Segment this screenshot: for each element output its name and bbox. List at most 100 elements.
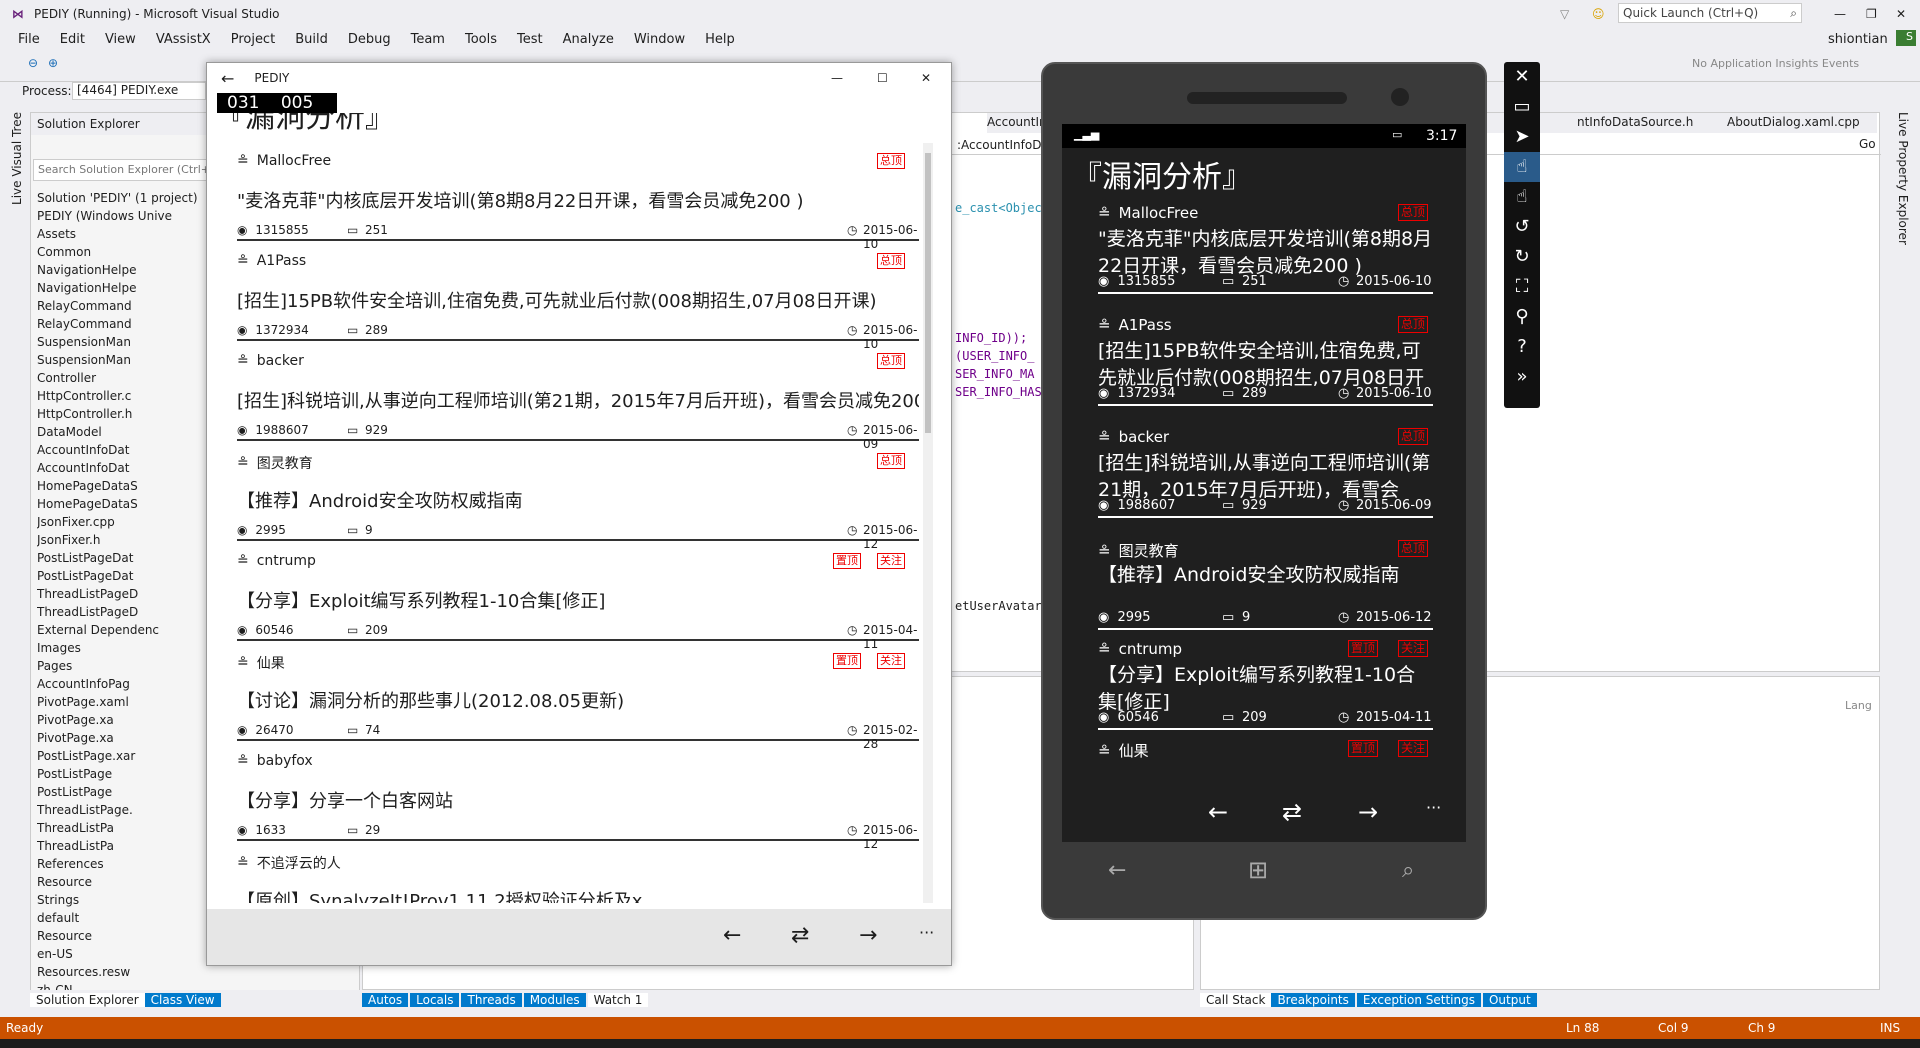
tree-item[interactable]: NavigationHelpe	[37, 261, 207, 279]
menu-tools[interactable]: Tools	[455, 32, 507, 47]
tree-item[interactable]: SuspensionMan	[37, 333, 207, 351]
tree-item[interactable]: RelayCommand	[37, 315, 207, 333]
emulator-fit-icon[interactable]: ⛶	[1504, 272, 1540, 302]
tab-modules[interactable]: Modules	[523, 993, 586, 1007]
menu-vassistx[interactable]: VAssistX	[146, 32, 221, 47]
tree-item[interactable]: ThreadListPa	[37, 837, 207, 855]
tree-item[interactable]: JsonFixer.cpp	[37, 513, 207, 531]
tab-threads[interactable]: Threads	[461, 993, 522, 1007]
tree-item[interactable]: Common	[37, 243, 207, 261]
thread-list-item[interactable]: ≗ MallocFree 总顶 "麦洛克菲"内核底层开发培训(第8期8月22日开课…	[237, 153, 919, 251]
phone-back-button-icon[interactable]: ←	[1108, 858, 1126, 883]
tab-exception-settings[interactable]: Exception Settings	[1356, 993, 1481, 1007]
forward-nav-icon[interactable]: ⊕	[48, 56, 58, 70]
live-visual-tree-tab[interactable]: Live Visual Tree	[10, 112, 24, 205]
menu-file[interactable]: File	[8, 32, 50, 47]
app-close-icon[interactable]: ✕	[921, 71, 931, 85]
tree-item[interactable]: Pages	[37, 657, 207, 675]
tree-item[interactable]: Resource	[37, 873, 207, 891]
tree-item[interactable]: PivotPage.xa	[37, 729, 207, 747]
tree-item[interactable]: Assets	[37, 225, 207, 243]
phone-thread-list-item[interactable]: ≗ A1Pass 总顶 [招生]15PB软件安全培训,住宿免费,可先就业后付款(0…	[1098, 316, 1433, 416]
menu-test[interactable]: Test	[507, 32, 553, 47]
scroll-thumb[interactable]	[925, 153, 931, 433]
tree-item[interactable]: PivotPage.xa	[37, 711, 207, 729]
tree-item[interactable]: default	[37, 909, 207, 927]
minimize-vs-icon[interactable]: —	[1834, 7, 1846, 21]
tree-item[interactable]: PEDIY (Windows Unive	[37, 207, 207, 225]
process-dropdown[interactable]: [4464] PEDIY.exe	[72, 82, 206, 100]
menu-help[interactable]: Help	[695, 32, 745, 47]
user-name[interactable]: shiontian	[1818, 32, 1898, 47]
thread-list-item[interactable]: ≗ cntrump 置顶 关注 【分享】Exploit编写系列教程1-10合集[修正…	[237, 553, 919, 651]
emulator-more-icon[interactable]: »	[1504, 362, 1540, 392]
tree-item[interactable]: References	[37, 855, 207, 873]
doc-tab-aboutdialog[interactable]: AboutDialog.xaml.cpp	[1727, 115, 1860, 129]
tree-item[interactable]: Resources.resw	[37, 963, 207, 981]
tab-call-stack[interactable]: Call Stack	[1200, 993, 1272, 1007]
phone-thread-list-item[interactable]: ≗ cntrump 置顶 关注 【分享】Exploit编写系列教程1-10合集[修正…	[1098, 640, 1433, 740]
tree-item[interactable]: PostListPage.xar	[37, 747, 207, 765]
tree-item[interactable]: AccountInfoDat	[37, 441, 207, 459]
phone-thread-list-item[interactable]: ≗ 图灵教育 总顶 【推荐】Android安全攻防权威指南 ◉ 2995 ▭ 9 …	[1098, 540, 1433, 640]
menu-team[interactable]: Team	[401, 32, 455, 47]
tab-output[interactable]: Output	[1482, 993, 1537, 1007]
phone-search-button-icon[interactable]: ⌕	[1402, 858, 1414, 883]
tree-item[interactable]: JsonFixer.h	[37, 531, 207, 549]
tree-item[interactable]: DataModel	[37, 423, 207, 441]
menu-window[interactable]: Window	[624, 32, 695, 47]
emulator-rotate-right-icon[interactable]: ↻	[1504, 242, 1540, 272]
tree-item[interactable]: Resource	[37, 927, 207, 945]
thread-list-item[interactable]: ≗ 不追浮云的人 【原创】SynalyzeIt!Prov1.11.2授权验证分析及…	[237, 853, 917, 903]
nav-back-icon[interactable]: ←	[723, 923, 741, 948]
nav-refresh-icon[interactable]: ⇄	[791, 923, 809, 948]
live-property-explorer-tab[interactable]: Live Property Explorer	[1896, 112, 1910, 245]
menu-analyze[interactable]: Analyze	[553, 32, 624, 47]
emulator-minimize-icon[interactable]: ▭	[1504, 92, 1540, 122]
thread-list-item[interactable]: ≗ 仙果 置顶 关注 【讨论】漏洞分析的那些事儿(2012.08.05更新) ◉ 2…	[237, 653, 919, 751]
tree-item[interactable]: PostListPageDat	[37, 567, 207, 585]
tree-item[interactable]: Controller	[37, 369, 207, 387]
tree-item[interactable]: Solution 'PEDIY' (1 project)	[37, 189, 207, 207]
thread-list-item[interactable]: ≗ backer 总顶 [招生]科锐培训,从事逆向工程师培训(第21期，2015年…	[237, 353, 919, 451]
nav-more-icon[interactable]: ···	[919, 923, 934, 942]
tree-item[interactable]: AccountInfoDat	[37, 459, 207, 477]
quick-launch-input[interactable]: Quick Launch (Ctrl+Q) ⌕	[1618, 3, 1802, 23]
tree-item[interactable]: PostListPage	[37, 783, 207, 801]
tree-item[interactable]: NavigationHelpe	[37, 279, 207, 297]
emulator-close-icon[interactable]: ✕	[1504, 62, 1540, 92]
tree-item[interactable]: HttpController.h	[37, 405, 207, 423]
app-minimize-icon[interactable]: —	[831, 71, 843, 85]
app-scrollbar[interactable]	[923, 143, 933, 903]
phone-nav-forward-icon[interactable]: →	[1358, 798, 1378, 826]
menu-debug[interactable]: Debug	[338, 32, 401, 47]
thread-list-item[interactable]: ≗ A1Pass 总顶 [招生]15PB软件安全培训,住宿免费,可先就业后付款(0…	[237, 253, 919, 351]
emulator-multitouch-icon[interactable]: ☝	[1504, 182, 1540, 212]
tree-item[interactable]: AccountInfoPag	[37, 675, 207, 693]
tree-item[interactable]: en-US	[37, 945, 207, 963]
nav-forward-icon[interactable]: →	[859, 923, 877, 948]
tree-item[interactable]: Strings	[37, 891, 207, 909]
phone-nav-more-icon[interactable]: ···	[1426, 798, 1441, 817]
code-scope-label[interactable]: :AccountInfoDa	[957, 138, 1049, 152]
insights-label[interactable]: No Application Insights Events	[1692, 57, 1859, 70]
emulator-rotate-left-icon[interactable]: ↺	[1504, 212, 1540, 242]
phone-nav-refresh-icon[interactable]: ⇄	[1282, 798, 1302, 826]
emulator-zoom-icon[interactable]: ⚲	[1504, 302, 1540, 332]
tree-item[interactable]: External Dependenc	[37, 621, 207, 639]
tree-item[interactable]: HttpController.c	[37, 387, 207, 405]
tree-item[interactable]: HomePageDataS	[37, 477, 207, 495]
tab-watch-1[interactable]: Watch 1	[587, 993, 649, 1007]
emulator-touch-icon[interactable]: ☝	[1504, 152, 1540, 182]
tree-item[interactable]: ThreadListPa	[37, 819, 207, 837]
app-maximize-icon[interactable]: ☐	[877, 71, 888, 85]
phone-thread-list-item[interactable]: ≗ backer 总顶 [招生]科锐培训,从事逆向工程师培训(第21期，2015年…	[1098, 428, 1433, 528]
feedback-smiley-icon[interactable]: ☺	[1592, 7, 1605, 21]
back-nav-icon[interactable]: ⊖	[28, 56, 38, 70]
tab-solution-explorer[interactable]: Solution Explorer	[30, 993, 145, 1007]
tab-class-view[interactable]: Class View	[144, 993, 221, 1007]
phone-thread-list-item[interactable]: ≗ 仙果 置顶 关注	[1098, 740, 1433, 782]
menu-project[interactable]: Project	[221, 32, 285, 47]
phone-nav-back-icon[interactable]: ←	[1208, 798, 1228, 826]
tree-item[interactable]: RelayCommand	[37, 297, 207, 315]
